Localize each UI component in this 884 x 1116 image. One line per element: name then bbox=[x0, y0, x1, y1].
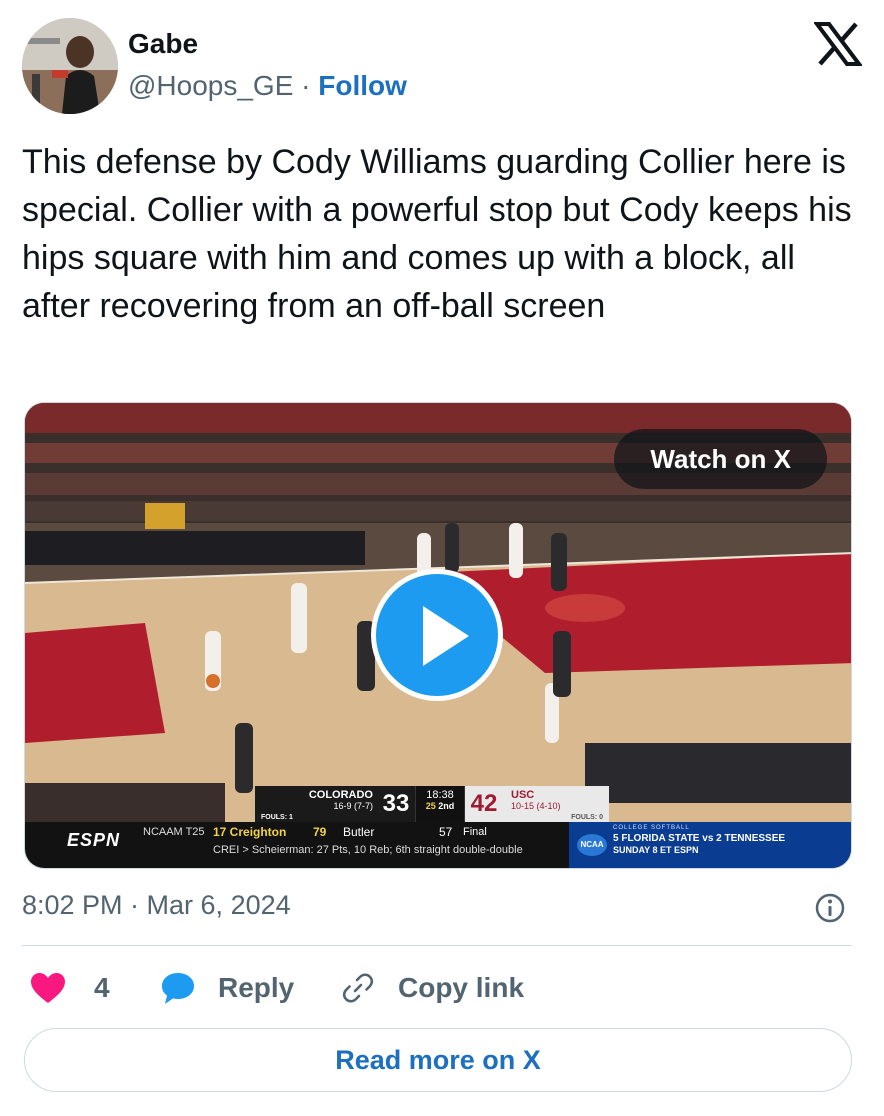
espn-logo: ESPN bbox=[67, 830, 121, 850]
away-score: 33 bbox=[377, 786, 415, 822]
video-player[interactable]: Watch on X COLORADO 16-9 (7-7) FOULS: 1 … bbox=[24, 402, 852, 869]
clock-time: 18:38 bbox=[426, 789, 454, 801]
copy-link-label: Copy link bbox=[398, 972, 525, 1003]
promo-line2: 5 FLORIDA STATE vs 2 TENNESSEE bbox=[613, 833, 786, 844]
watch-on-x-button[interactable]: Watch on X bbox=[614, 429, 827, 489]
info-icon[interactable] bbox=[814, 892, 846, 924]
ticker-score1: 79 bbox=[313, 825, 327, 839]
copy-link-button[interactable]: Copy link bbox=[340, 966, 524, 1010]
separator-dot: · bbox=[301, 70, 311, 101]
ticker-league: NCAAM T25 bbox=[143, 826, 205, 838]
home-team: USC bbox=[511, 789, 535, 801]
ticker-score2: 57 bbox=[439, 825, 453, 839]
scoreboard-home: USC 10-15 (4-10) FOULS: 0 bbox=[503, 786, 609, 822]
reply-label: Reply bbox=[218, 972, 295, 1003]
play-icon bbox=[423, 606, 469, 666]
author-handle[interactable]: @Hoops_GE bbox=[128, 70, 293, 101]
reply-button[interactable]: Reply bbox=[160, 966, 294, 1010]
divider bbox=[22, 945, 852, 946]
ticker-note: CREI > Scheierman: 27 Pts, 10 Reb; 6th s… bbox=[213, 844, 523, 856]
read-more-button[interactable]: Read more on X bbox=[24, 1028, 852, 1092]
author-name[interactable]: Gabe bbox=[128, 28, 198, 60]
ticker-status: Final bbox=[463, 826, 487, 838]
scoreboard: COLORADO 16-9 (7-7) FOULS: 1 33 18:38 25… bbox=[255, 786, 609, 822]
promo-line1: COLLEGE SOFTBALL bbox=[613, 825, 690, 831]
scoreboard-away: COLORADO 16-9 (7-7) FOULS: 1 bbox=[255, 786, 377, 822]
tweet-header: Gabe @Hoops_GE · Follow bbox=[22, 18, 863, 114]
home-fouls: FOULS: 0 bbox=[571, 814, 603, 821]
tweet-actions: 4 Reply Copy link bbox=[22, 966, 852, 1010]
home-record: 10-15 (4-10) bbox=[511, 801, 561, 811]
ncaa-logo: NCAA bbox=[577, 834, 607, 856]
follow-button[interactable]: Follow bbox=[318, 70, 407, 101]
reply-bubble-icon bbox=[162, 973, 194, 1004]
heart-icon bbox=[31, 973, 65, 1003]
ticker-promo: NCAA COLLEGE SOFTBALL 5 FLORIDA STATE vs… bbox=[569, 822, 851, 868]
tweet-text: This defense by Cody Williams guarding C… bbox=[22, 143, 852, 325]
shot-clock: 25 bbox=[425, 801, 436, 811]
link-icon bbox=[342, 973, 374, 1003]
tweet-timestamp[interactable]: 8:02 PM · Mar 6, 2024 bbox=[22, 890, 291, 921]
away-fouls: FOULS: 1 bbox=[261, 814, 293, 821]
period: 2nd bbox=[438, 801, 455, 811]
author-handle-row: @Hoops_GE · Follow bbox=[128, 70, 407, 102]
avatar[interactable] bbox=[22, 18, 118, 114]
game-clock: 18:38 25 2nd bbox=[415, 786, 465, 822]
ticker-team2: Butler bbox=[343, 825, 375, 839]
home-score: 42 bbox=[465, 786, 503, 822]
promo-line3: SUNDAY 8 ET ESPN bbox=[613, 845, 699, 855]
play-button[interactable] bbox=[371, 569, 503, 701]
like-button[interactable]: 4 bbox=[30, 966, 110, 1010]
x-logo-icon[interactable] bbox=[813, 22, 863, 66]
ticker-team1: 17 Creighton bbox=[213, 825, 287, 839]
away-team: COLORADO bbox=[308, 789, 373, 801]
away-record: 16-9 (7-7) bbox=[333, 801, 373, 811]
score-ticker: ESPN NCAAM T25 17 Creighton 79 Butler 57… bbox=[25, 822, 851, 868]
like-count: 4 bbox=[94, 972, 110, 1003]
